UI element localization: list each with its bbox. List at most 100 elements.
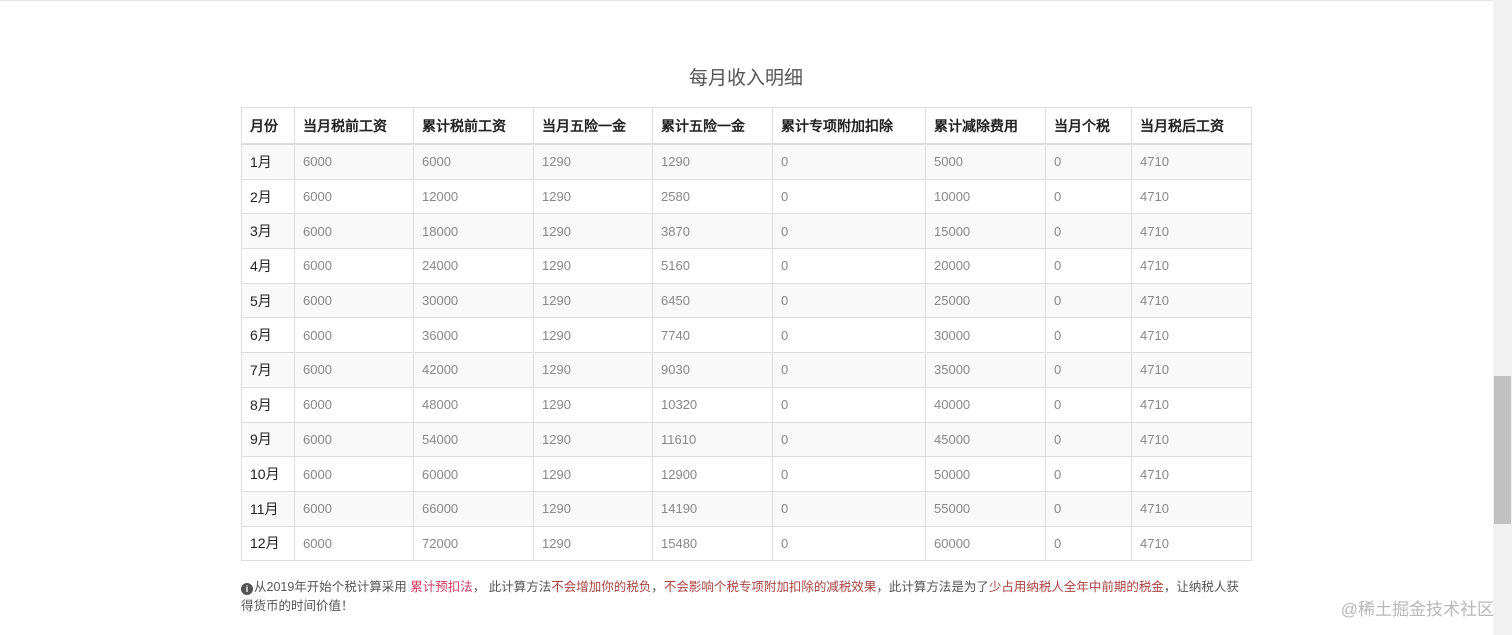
- table-cell: 4710: [1131, 352, 1252, 388]
- table-cell: 0: [772, 213, 926, 250]
- table-cell: 6000: [294, 282, 414, 319]
- table-row: 11月 6000 66000 1290 14190 0 55000 0 4710: [241, 490, 1252, 527]
- table-row: 4月 6000 24000 1290 5160 0 20000 0 4710: [241, 248, 1252, 284]
- note-text-4: ，此计算方法是为了: [876, 580, 989, 594]
- table-cell: 40000: [925, 386, 1046, 423]
- table-cell: 4710: [1131, 248, 1252, 284]
- table-cell: 25000: [925, 282, 1046, 319]
- table-cell: 6000: [294, 143, 414, 180]
- column-header: 当月个税: [1045, 107, 1132, 145]
- table-cell: 4710: [1131, 178, 1252, 215]
- table-cell: 2580: [652, 178, 773, 215]
- note-text-1: 从2019年开始个税计算采用: [254, 580, 411, 594]
- table-cell: 6000: [294, 386, 414, 423]
- table-cell: 1290: [533, 352, 653, 388]
- table-cell: 0: [1045, 282, 1132, 319]
- table-cell: 10000: [925, 178, 1046, 215]
- table-cell: 0: [1045, 143, 1132, 180]
- table-cell: 0: [1045, 317, 1132, 354]
- table-cell: 6000: [294, 213, 414, 250]
- table-header-row: 月份 当月税前工资 累计税前工资 当月五险一金 累计五险一金 累计专项附加扣除 累计减除费用…: [241, 107, 1252, 145]
- table-cell: 1290: [533, 213, 653, 250]
- note-highlight-1: 不会增加你的税负: [551, 580, 652, 594]
- table-cell: 0: [1045, 248, 1132, 284]
- table-cell: 45000: [925, 421, 1046, 458]
- table-cell: 0: [772, 317, 926, 354]
- table-cell: 6000: [294, 421, 414, 458]
- table-row: 3月 6000 18000 1290 3870 0 15000 0 4710: [241, 213, 1252, 250]
- note-highlight-2: 不会影响个税专项附加扣除的减税效果: [663, 580, 877, 594]
- table-cell: 1290: [533, 282, 653, 319]
- cumulative-withholding-link[interactable]: 累计预扣法: [410, 580, 473, 594]
- table-cell: 14190: [652, 490, 773, 527]
- table-cell: 1290: [533, 248, 653, 284]
- table-cell: 24000: [413, 248, 534, 284]
- table-cell: 0: [772, 490, 926, 527]
- table-cell: 0: [772, 525, 926, 562]
- table-cell: 18000: [413, 213, 534, 250]
- month-cell: 10月: [241, 456, 295, 492]
- table-cell: 6000: [294, 317, 414, 354]
- table-cell: 55000: [925, 490, 1046, 527]
- table-cell: 0: [1045, 525, 1132, 562]
- note-text-3: ，: [651, 580, 664, 594]
- table-cell: 6000: [294, 525, 414, 562]
- page-title: 每月收入明细: [688, 68, 803, 89]
- table-cell: 0: [1045, 490, 1132, 527]
- note-highlight-3: 少占用纳税人全年中前期的税金: [988, 580, 1164, 594]
- scrollbar-track[interactable]: [1493, 0, 1512, 635]
- table-cell: 4710: [1131, 282, 1252, 319]
- month-cell: 2月: [241, 178, 295, 215]
- table-cell: 0: [1045, 213, 1132, 250]
- scrollbar-thumb[interactable]: [1494, 376, 1511, 524]
- table-row: 2月 6000 12000 1290 2580 0 10000 0 4710: [241, 178, 1252, 215]
- table-cell: 12000: [413, 178, 534, 215]
- table-cell: 4710: [1131, 421, 1252, 458]
- note-text-2: ， 此计算方法: [472, 580, 552, 594]
- table-cell: 1290: [533, 525, 653, 562]
- watermark: @稀土掘金技术社区: [1340, 600, 1494, 619]
- table-cell: 0: [772, 282, 926, 319]
- table-cell: 9030: [652, 352, 773, 388]
- tax-method-note: i 从2019年开始个税计算采用 累计预扣法， 此计算方法不会增加你的税负，不会影…: [241, 578, 1251, 616]
- table-cell: 1290: [533, 386, 653, 423]
- table-cell: 36000: [413, 317, 534, 354]
- column-header: 累计专项附加扣除: [772, 107, 926, 145]
- table-cell: 0: [772, 421, 926, 458]
- table-cell: 12900: [652, 456, 773, 492]
- month-cell: 12月: [241, 525, 295, 562]
- column-header: 累计减除费用: [925, 107, 1046, 145]
- table-row: 5月 6000 30000 1290 6450 0 25000 0 4710: [241, 282, 1252, 319]
- table-cell: 35000: [925, 352, 1046, 388]
- page: 每月收入明细 月份 当月税前工资 累计税前工资 当月五险一金 累计五险一金 累计专项附加扣…: [0, 0, 1512, 635]
- table-cell: 1290: [533, 456, 653, 492]
- table-cell: 0: [772, 248, 926, 284]
- table-cell: 10320: [652, 386, 773, 423]
- month-cell: 6月: [241, 317, 295, 354]
- table-cell: 0: [1045, 456, 1132, 492]
- month-cell: 11月: [241, 490, 295, 527]
- table-cell: 1290: [533, 178, 653, 215]
- table-row: 9月 6000 54000 1290 11610 0 45000 0 4710: [241, 421, 1252, 458]
- table-cell: 0: [772, 143, 926, 180]
- table-cell: 5000: [925, 143, 1046, 180]
- table-cell: 1290: [652, 143, 773, 180]
- table-cell: 30000: [413, 282, 534, 319]
- table-cell: 5160: [652, 248, 773, 284]
- month-cell: 1月: [241, 143, 295, 180]
- table-cell: 42000: [413, 352, 534, 388]
- table-cell: 6000: [294, 248, 414, 284]
- column-header: 月份: [241, 107, 295, 145]
- table-cell: 4710: [1131, 143, 1252, 180]
- column-header: 当月税后工资: [1131, 107, 1252, 145]
- column-header: 当月五险一金: [533, 107, 653, 145]
- monthly-income-table: 月份 当月税前工资 累计税前工资 当月五险一金 累计五险一金 累计专项附加扣除 累计减除费用…: [241, 107, 1252, 562]
- table-cell: 0: [772, 386, 926, 423]
- table-cell: 66000: [413, 490, 534, 527]
- table-row: 10月 6000 60000 1290 12900 0 50000 0 4710: [241, 456, 1252, 492]
- month-cell: 5月: [241, 282, 295, 319]
- month-cell: 8月: [241, 386, 295, 423]
- table-cell: 4710: [1131, 317, 1252, 354]
- table-cell: 0: [772, 352, 926, 388]
- table-cell: 4710: [1131, 213, 1252, 250]
